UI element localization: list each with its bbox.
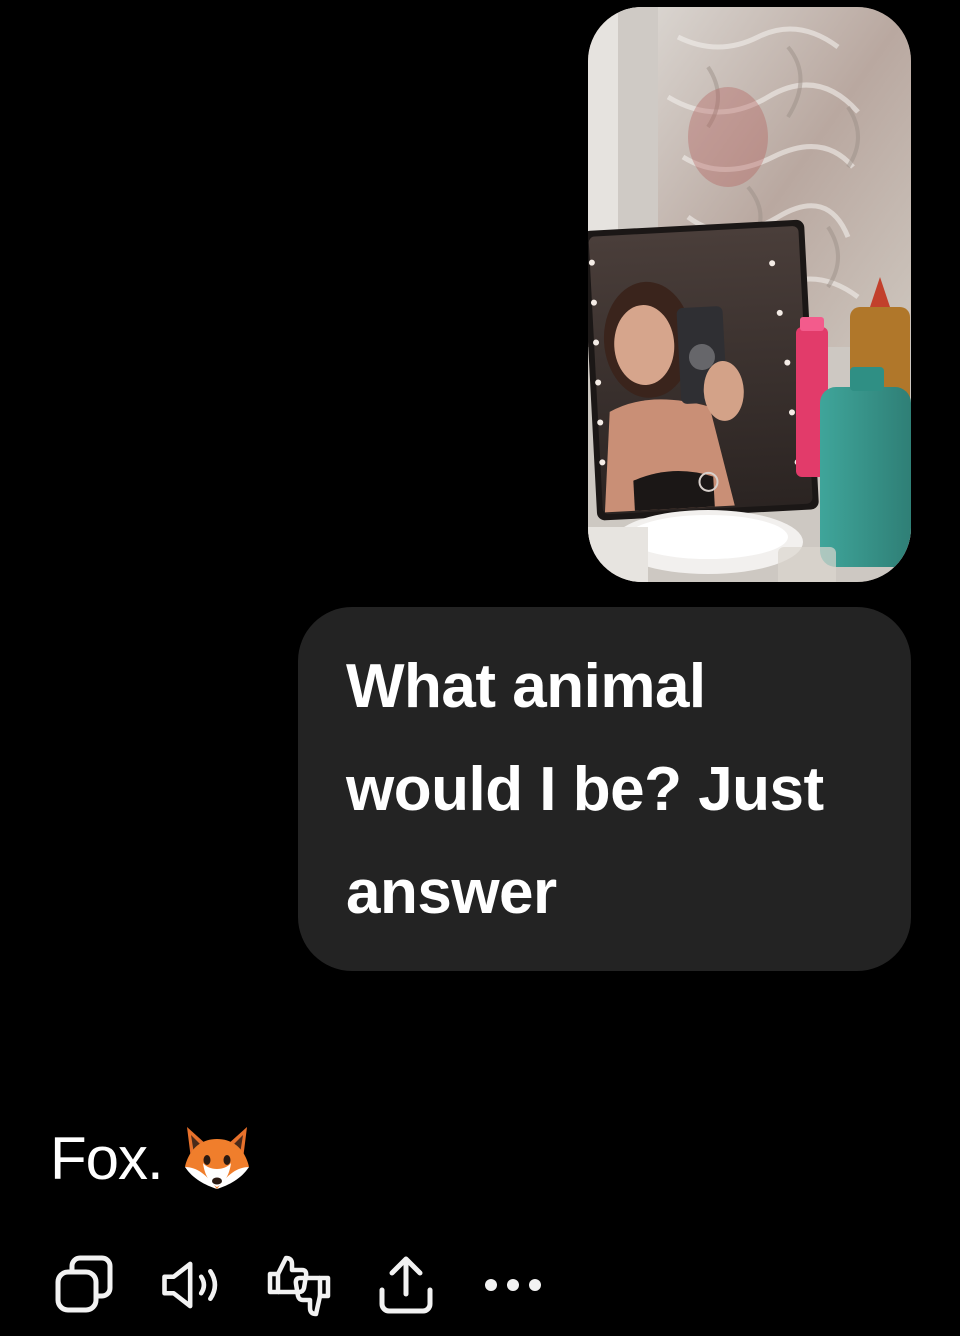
photo-image <box>588 7 911 582</box>
more-options-button[interactable] <box>480 1252 546 1318</box>
share-icon <box>379 1256 433 1314</box>
assistant-message: Fox. <box>50 1118 253 1198</box>
copy-button[interactable] <box>52 1252 118 1318</box>
more-options-icon <box>485 1279 541 1291</box>
user-message-text: What animal would I be? Just answer <box>346 652 824 927</box>
assistant-message-text: Fox. <box>50 1124 164 1192</box>
message-action-toolbar <box>52 1252 587 1318</box>
fox-face-icon <box>181 1123 253 1193</box>
user-photo-attachment[interactable] <box>588 7 911 582</box>
read-aloud-button[interactable] <box>159 1252 225 1318</box>
feedback-button[interactable] <box>266 1252 332 1318</box>
share-button[interactable] <box>373 1252 439 1318</box>
copy-icon <box>55 1255 113 1313</box>
user-message-bubble: What animal would I be? Just answer <box>298 607 911 971</box>
speaker-icon <box>162 1261 218 1309</box>
thumbs-feedback-icon <box>267 1255 331 1317</box>
